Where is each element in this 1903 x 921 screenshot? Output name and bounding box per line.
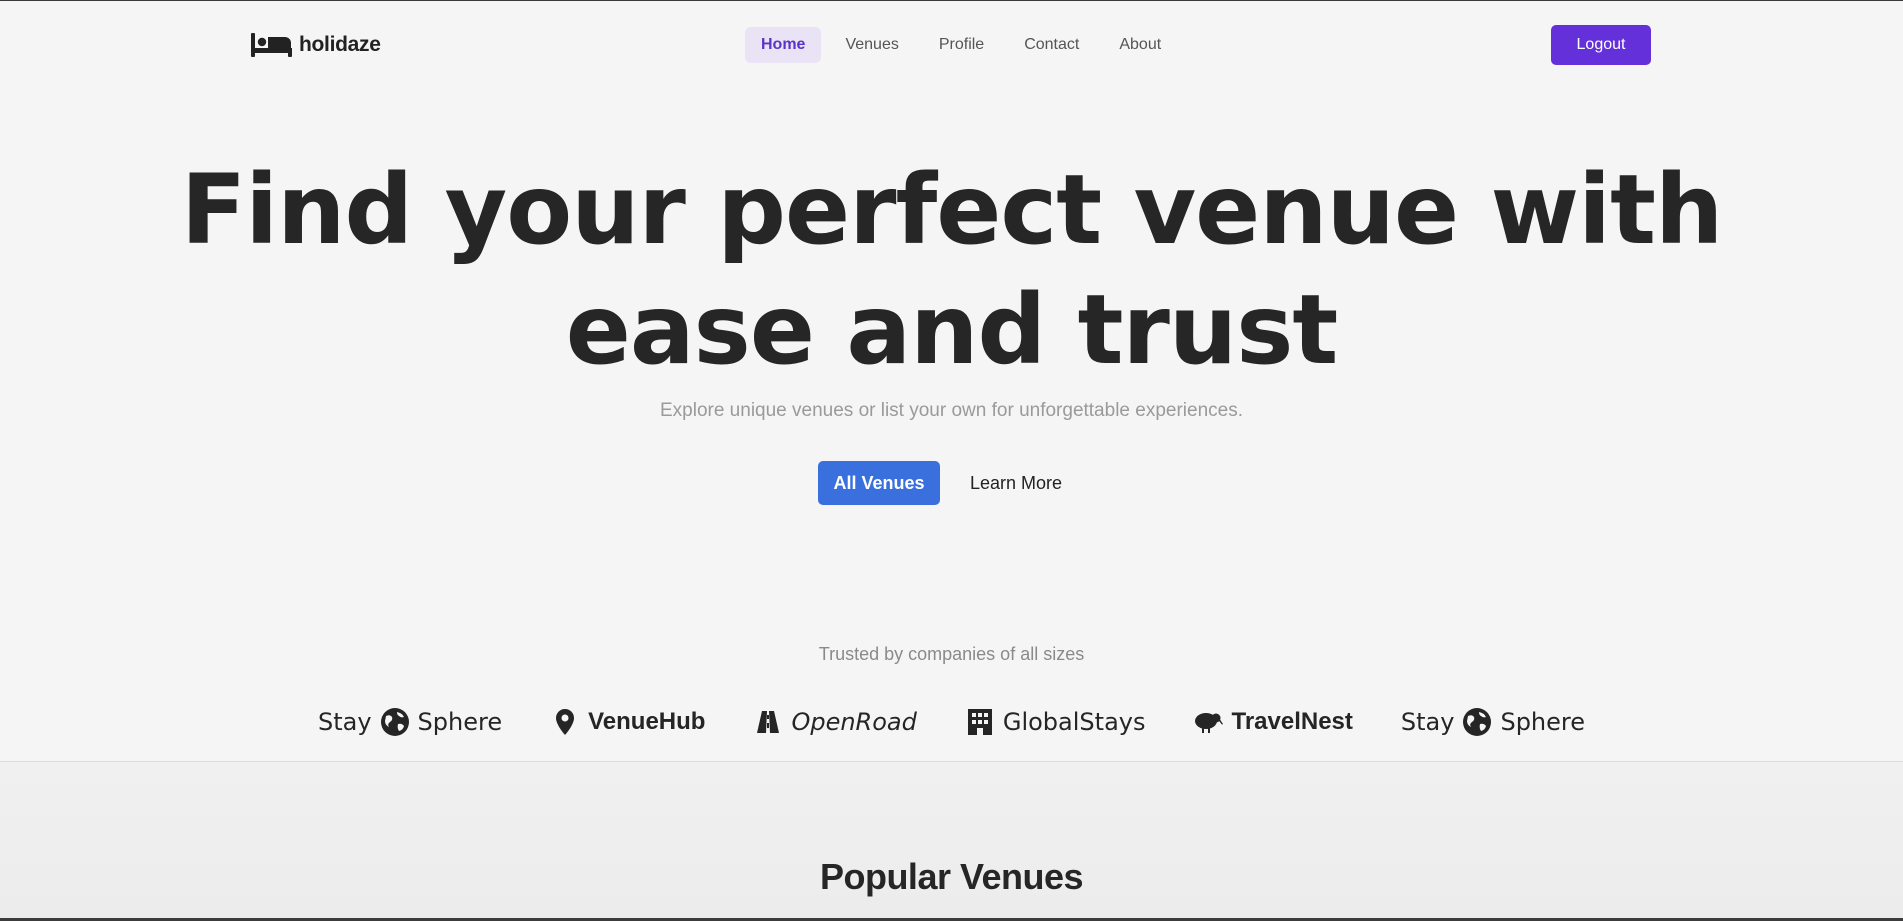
brand-globalstays-label: GlobalStays: [1002, 708, 1146, 736]
brand-logos: Stay Sphere VenueHub OpenRoad GlobalStay…: [0, 700, 1903, 744]
brand-staysphere-2-post: Sphere: [1500, 708, 1586, 736]
logout-button[interactable]: Logout: [1551, 25, 1651, 65]
brand-staysphere-pre: Stay: [317, 708, 372, 736]
globe-icon: [1463, 708, 1492, 736]
brand-staysphere: Stay Sphere: [318, 707, 502, 737]
hero-title-line-2: ease and trust: [565, 274, 1338, 386]
learn-more-button[interactable]: Learn More: [950, 461, 1082, 505]
brand-venuehub-label: VenueHub: [588, 708, 706, 735]
brand-openroad: OpenRoad: [753, 707, 917, 737]
brand-logo-link[interactable]: holidaze: [251, 30, 381, 60]
brand-travelnest: TravelNest: [1193, 707, 1353, 737]
building-icon: [967, 709, 992, 735]
nav-venues[interactable]: Venues: [829, 27, 914, 63]
hero-title: Find your perfect venue with ease and tr…: [0, 150, 1903, 390]
all-venues-button[interactable]: All Venues: [818, 461, 940, 505]
brand-staysphere-2-pre: Stay: [1400, 708, 1455, 736]
site-header: holidaze Home Venues Profile Contact Abo…: [0, 0, 1903, 90]
main-nav: Home Venues Profile Contact About: [745, 27, 1177, 63]
hero-actions: All Venues Learn More: [818, 461, 1082, 505]
nav-home[interactable]: Home: [745, 27, 822, 63]
map-pin-icon: [556, 709, 575, 735]
hero-title-line-1: Find your perfect venue with: [180, 154, 1724, 266]
brand-openroad-label: OpenRoad: [791, 708, 917, 736]
trusted-caption: Trusted by companies of all sizes: [818, 644, 1085, 664]
road-icon: [757, 711, 780, 733]
brand-globalstays: GlobalStays: [965, 707, 1146, 737]
kiwi-bird-icon: [1195, 713, 1224, 733]
brand-staysphere-post: Sphere: [417, 708, 503, 736]
popular-venues-title: Popular Venues: [819, 856, 1084, 897]
brand-staysphere-2: Stay Sphere: [1401, 707, 1585, 737]
brand-travelnest-label: TravelNest: [1231, 708, 1353, 735]
brand-name: holidaze: [299, 33, 381, 56]
globe-icon: [380, 708, 409, 736]
bed-icon: [251, 33, 292, 57]
nav-contact[interactable]: Contact: [1008, 27, 1095, 63]
hero-subtitle: Explore unique venues or list your own f…: [659, 400, 1243, 421]
brand-venuehub: VenueHub: [550, 707, 705, 737]
nav-about[interactable]: About: [1103, 27, 1177, 63]
nav-profile[interactable]: Profile: [923, 27, 1000, 63]
